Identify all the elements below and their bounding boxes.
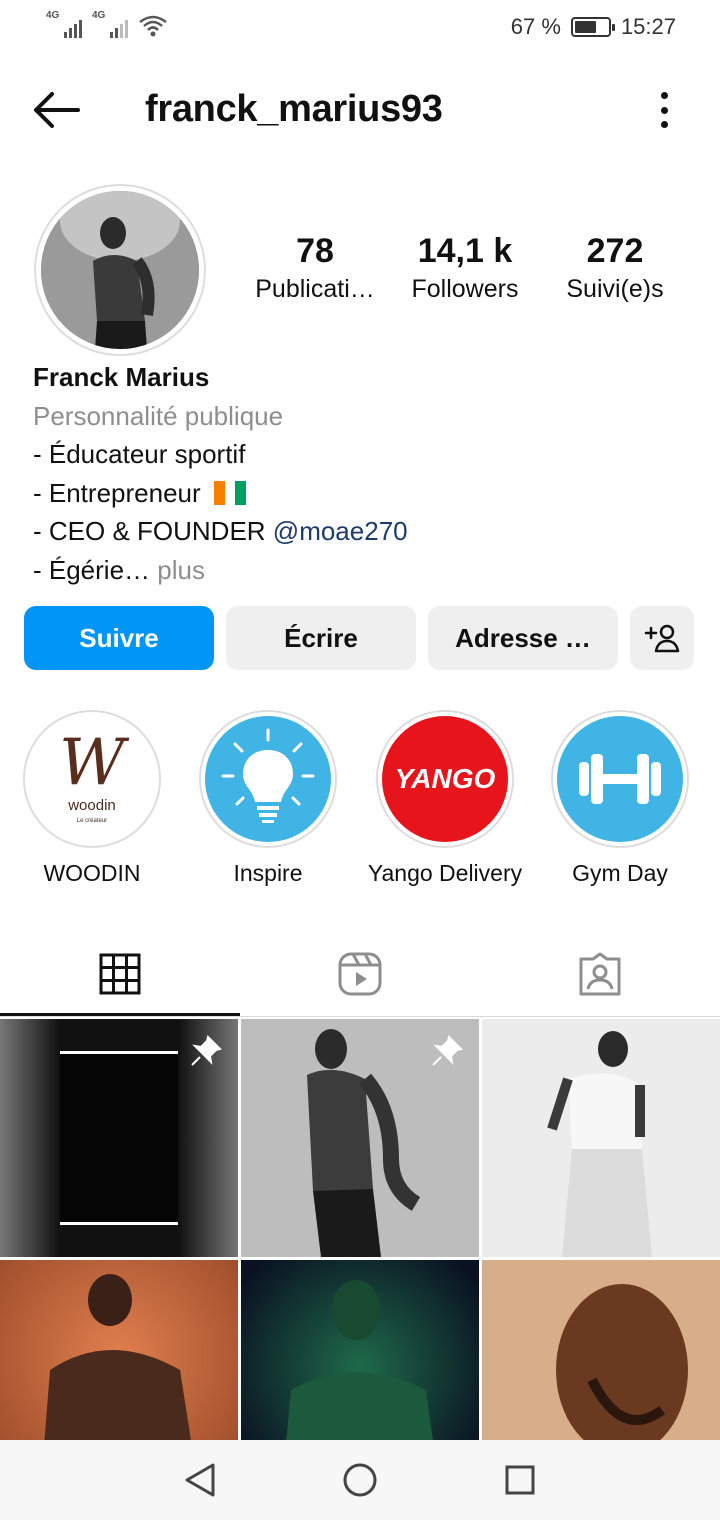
highlight-label: Yango Delivery [367,860,523,886]
followers-count[interactable]: 14,1 k Followers [390,230,540,306]
follow-button[interactable]: Suivre [24,606,214,670]
ivory-coast-flag-icon [213,480,246,505]
nav-back-button[interactable] [180,1460,220,1500]
suggest-users-button[interactable] [630,606,694,670]
highlight-inspire[interactable]: Inspire [178,710,358,887]
highlight-label: WOODIN [43,860,141,886]
highlight-label: Inspire [233,860,303,886]
bio-line: - Égérie… plus [33,551,693,590]
tab-tagged[interactable] [480,930,720,1018]
woodin-logo: W woodin Le créateur [29,716,155,842]
dumbbell-icon [557,716,683,842]
address-button[interactable]: Adresse … [428,606,618,670]
profile-bio: Franck Marius Personnalité publique - Éd… [33,358,693,589]
profile-stats: 78 Publicati… 14,1 k Followers 272 Suivi… [240,230,690,306]
clock: 15:27 [620,14,676,39]
nav-recents-button[interactable] [500,1460,540,1500]
post-thumbnail[interactable] [241,1019,479,1257]
grid-icon [99,953,141,995]
highlight-woodin[interactable]: W woodin Le créateur WOODIN [2,710,182,887]
avatar-photo [41,191,199,349]
stat-value: 78 [296,232,334,270]
tab-reels[interactable] [240,930,480,1018]
square-recents-icon [505,1465,535,1495]
stat-value: 14,1 k [417,232,513,270]
mention-link[interactable]: @moae270 [273,516,408,546]
bio-line: - Entrepreneur [33,474,693,513]
highlight-label: Gym Day [572,860,668,886]
status-bar: 4G 4G 67 % 15:27 [0,0,720,56]
yango-logo: YANGO [382,716,508,842]
post-thumbnail[interactable] [0,1019,238,1257]
svg-text:YANGO: YANGO [395,763,496,794]
page-title: franck_marius93 [145,88,443,130]
svg-text:Le créateur: Le créateur [77,818,107,824]
svg-text:woodin: woodin [67,797,116,814]
posts-count[interactable]: 78 Publicati… [240,230,390,306]
bio-more-link[interactable]: plus [150,555,205,585]
back-arrow-icon [34,92,80,128]
stat-value: 272 [586,232,644,270]
posts-grid [0,1019,720,1498]
add-user-icon [644,624,680,653]
reels-icon [338,952,382,996]
lightbulb-icon [205,716,331,842]
signal-icon: 4G [92,10,128,38]
following-count[interactable]: 272 Suivi(e)s [540,230,690,306]
profile-header: franck_marius93 [0,80,720,144]
battery-icon [570,17,615,37]
svg-text:W: W [59,726,130,800]
stat-label: Followers [411,275,519,303]
more-options-icon[interactable] [658,92,670,128]
post-thumbnail[interactable] [482,1019,720,1257]
signal-indicators: 4G 4G [46,10,168,38]
triangle-back-icon [185,1463,215,1497]
highlight-yango[interactable]: YANGO Yango Delivery [355,710,535,887]
tabs-divider [0,1016,720,1017]
signal-icon: 4G [46,10,82,38]
avatar[interactable] [34,184,206,356]
battery-percent: 67 % [510,14,561,39]
network-type-label: 4G [46,10,60,21]
profile-actions: Suivre Écrire Adresse … [24,606,696,670]
display-name: Franck Marius [33,362,210,392]
wifi-icon [139,15,167,37]
network-type-label: 4G [92,10,106,21]
tab-posts[interactable] [0,930,240,1018]
category-label: Personnalité publique [33,400,284,431]
bio-text: - Égérie… [33,554,151,585]
nav-home-button[interactable] [340,1460,380,1500]
bio-line: - Éducateur sportif [33,439,246,469]
back-button[interactable] [30,88,82,132]
highlight-gym-day[interactable]: Gym Day [530,710,710,887]
message-button[interactable]: Écrire [226,606,416,670]
bio-line: - CEO & FOUNDER @moae270 [33,512,693,551]
stat-label: Suivi(e)s [566,275,664,303]
stat-label: Publicati… [255,275,375,303]
pin-icon [191,1035,222,1066]
bio-text: - CEO & FOUNDER [33,516,273,546]
pin-icon [432,1035,463,1066]
tagged-icon [579,952,621,996]
circle-home-icon [343,1463,377,1497]
bio-text: - Entrepreneur [33,477,201,508]
system-nav-bar [0,1440,720,1520]
profile-tabs [0,930,720,1018]
